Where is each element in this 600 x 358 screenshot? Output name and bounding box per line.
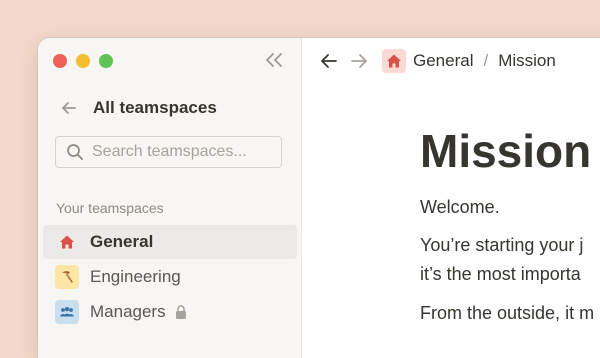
window-controls	[53, 54, 113, 68]
teamspace-item-general[interactable]: General	[43, 225, 297, 259]
teamspace-list: General Engineering Managers	[43, 225, 297, 330]
page-title: Mission	[420, 125, 592, 177]
breadcrumb-general[interactable]: General	[413, 51, 473, 71]
paragraph: You’re starting your j	[420, 234, 584, 255]
people-icon	[55, 300, 79, 324]
app-window: All teamspaces Your teamspaces General	[38, 38, 600, 358]
search-box[interactable]	[55, 136, 282, 168]
teamspace-label: Managers	[90, 302, 166, 321]
arrow-left-icon[interactable]	[60, 99, 78, 117]
teamspace-label: Engineering	[90, 267, 181, 286]
house-icon	[55, 230, 79, 254]
teamspace-item-engineering[interactable]: Engineering	[43, 260, 297, 294]
sidebar-title: All teamspaces	[93, 98, 217, 117]
search-icon	[67, 144, 83, 160]
search-input[interactable]	[90, 142, 274, 162]
sidebar: All teamspaces Your teamspaces General	[38, 38, 302, 358]
house-icon	[382, 49, 406, 73]
teamspace-label: General	[90, 232, 154, 251]
breadcrumb-mission[interactable]: Mission	[498, 51, 556, 71]
paragraph: From the outside, it m	[420, 302, 595, 323]
back-icon[interactable]	[319, 51, 339, 71]
close-window-button[interactable]	[53, 54, 67, 68]
teamspace-item-managers[interactable]: Managers	[43, 295, 297, 329]
paragraph: it’s the most importa	[420, 263, 581, 284]
forward-icon[interactable]	[349, 51, 369, 71]
lock-icon	[175, 305, 186, 319]
section-label: Your teamspaces	[56, 200, 164, 216]
collapse-sidebar-button[interactable]	[263, 50, 285, 70]
main-content: General / Mission Mission Welcome. You’r…	[302, 38, 600, 358]
zoom-window-button[interactable]	[99, 54, 113, 68]
hammer-icon	[55, 265, 79, 289]
topbar: General / Mission	[319, 49, 556, 73]
double-chevron-left-icon	[266, 53, 282, 67]
sidebar-header: All teamspaces	[60, 98, 217, 118]
minimize-window-button[interactable]	[76, 54, 90, 68]
breadcrumb-separator: /	[483, 51, 489, 70]
page-body: Mission Welcome. You’re starting your j …	[420, 126, 600, 328]
paragraph: Welcome.	[420, 196, 500, 217]
